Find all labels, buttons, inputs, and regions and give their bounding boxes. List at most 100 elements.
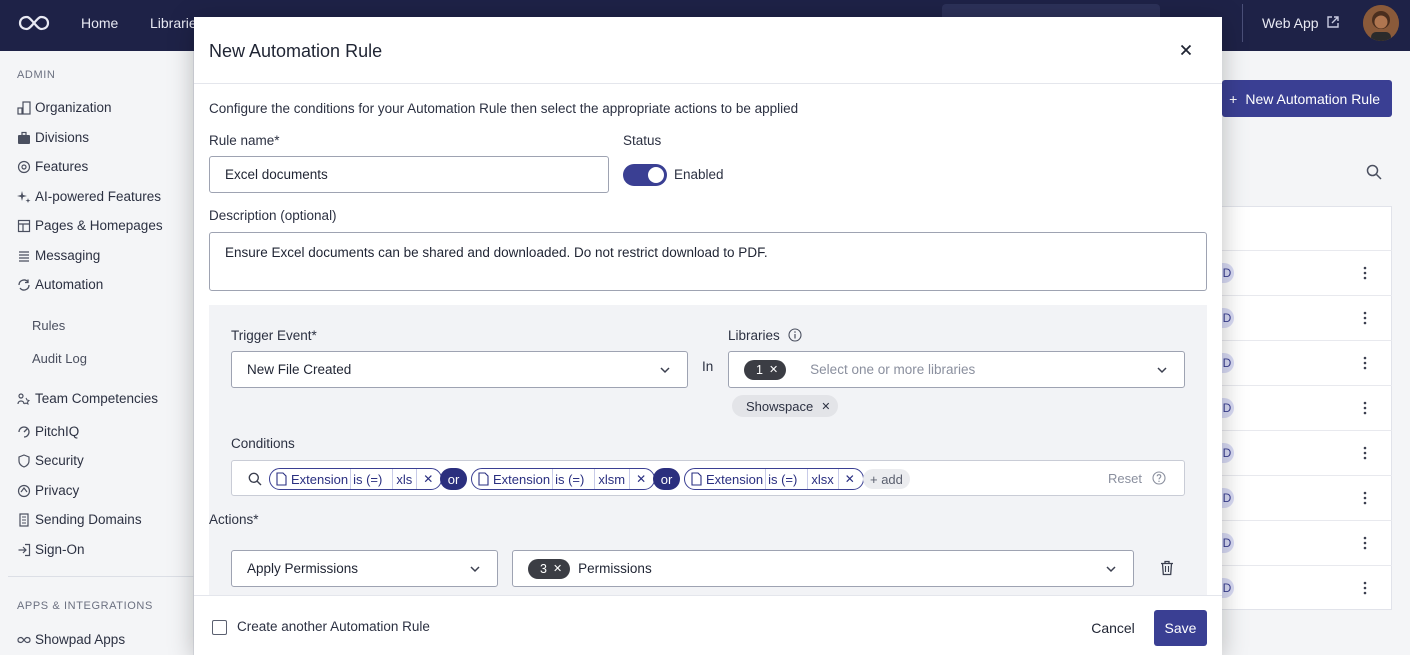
sidebar-item-label: Security bbox=[35, 453, 84, 468]
status-toggle[interactable] bbox=[623, 164, 667, 186]
sidebar-item-automation[interactable]: Automation bbox=[17, 277, 103, 292]
status-label: Status bbox=[623, 133, 662, 148]
kebab-menu-icon[interactable] bbox=[1362, 400, 1368, 416]
kebab-menu-icon[interactable] bbox=[1362, 580, 1368, 596]
sidebar-item-sign-on[interactable]: Sign-On bbox=[17, 542, 85, 557]
kebab-menu-icon[interactable] bbox=[1362, 310, 1368, 326]
sidebar-item-ai-features[interactable]: AI-powered Features bbox=[17, 189, 161, 204]
or-connector[interactable]: or bbox=[653, 468, 680, 490]
condition-value: xls bbox=[393, 469, 418, 489]
sidebar-item-features[interactable]: Features bbox=[17, 159, 88, 174]
library-count-chip[interactable]: 1 ✕ bbox=[744, 359, 787, 380]
permissions-count-chip[interactable]: 3 ✕ bbox=[528, 558, 571, 579]
table-row[interactable]: D bbox=[1220, 475, 1392, 520]
close-icon[interactable] bbox=[1178, 42, 1194, 58]
kebab-menu-icon[interactable] bbox=[1362, 535, 1368, 551]
status-value: Enabled bbox=[674, 167, 724, 182]
info-icon[interactable] bbox=[788, 328, 802, 342]
sidebar-item-messaging[interactable]: Messaging bbox=[17, 248, 100, 263]
sidebar-item-organization[interactable]: Organization bbox=[17, 100, 112, 115]
infinity-logo-icon[interactable] bbox=[18, 13, 50, 33]
chevron-down-icon bbox=[470, 565, 480, 572]
status-badge: D bbox=[1220, 578, 1234, 598]
shield-icon bbox=[18, 453, 30, 468]
rules-table: D D D D D D D D bbox=[1220, 206, 1392, 610]
team-icon bbox=[17, 392, 30, 405]
table-row[interactable]: D bbox=[1220, 430, 1392, 475]
action-type-select[interactable]: Apply Permissions bbox=[231, 550, 498, 587]
cog-icon bbox=[17, 160, 31, 173]
kebab-menu-icon[interactable] bbox=[1362, 355, 1368, 371]
or-connector[interactable]: or bbox=[440, 468, 467, 490]
sidebar-subitem-audit-log[interactable]: Audit Log bbox=[32, 351, 87, 366]
library-chip-showspace[interactable]: Showspace ✕ bbox=[732, 395, 839, 417]
table-row[interactable]: D bbox=[1220, 295, 1392, 340]
cancel-button[interactable]: Cancel bbox=[1084, 610, 1142, 646]
condition-field: Extension bbox=[270, 469, 352, 489]
modal-title: New Automation Rule bbox=[209, 41, 383, 61]
sidebar-section-admin: ADMIN bbox=[17, 69, 56, 81]
remove-icon[interactable]: ✕ bbox=[769, 363, 778, 376]
kebab-menu-icon[interactable] bbox=[1362, 445, 1368, 461]
sidebar-subitem-rules[interactable]: Rules bbox=[32, 318, 65, 333]
user-avatar[interactable] bbox=[1363, 5, 1399, 41]
sidebar-item-pitchiq[interactable]: PitchIQ bbox=[17, 424, 79, 439]
create-another-checkbox[interactable] bbox=[212, 620, 227, 635]
sidebar-item-divisions[interactable]: Divisions bbox=[17, 130, 89, 145]
conditions-input[interactable]: Extension is (=) xls ✕ or Extension is (… bbox=[231, 460, 1185, 496]
sidebar-item-security[interactable]: Security bbox=[17, 453, 84, 468]
table-row[interactable]: D bbox=[1220, 340, 1392, 385]
kebab-menu-icon[interactable] bbox=[1362, 265, 1368, 281]
description-textarea[interactable]: Ensure Excel documents can be shared and… bbox=[209, 232, 1207, 291]
status-badge: D bbox=[1220, 533, 1234, 553]
web-app-link[interactable]: Web App bbox=[1262, 15, 1319, 31]
table-row[interactable]: D bbox=[1220, 250, 1392, 295]
rule-name-input[interactable]: Excel documents bbox=[209, 156, 609, 193]
status-badge: D bbox=[1220, 353, 1234, 373]
libraries-placeholder: Select one or more libraries bbox=[810, 362, 976, 377]
help-icon[interactable] bbox=[1152, 471, 1166, 485]
condition-chip[interactable]: Extension is (=) xlsm ✕ bbox=[471, 468, 656, 490]
nav-home[interactable]: Home bbox=[81, 15, 118, 31]
reset-conditions-button[interactable]: Reset bbox=[1108, 471, 1142, 486]
status-badge: D bbox=[1220, 398, 1234, 418]
condition-field: Extension bbox=[472, 469, 554, 489]
file-icon bbox=[478, 472, 489, 486]
sidebar-item-privacy[interactable]: Privacy bbox=[17, 483, 79, 498]
table-row[interactable]: D bbox=[1220, 565, 1392, 610]
new-automation-rule-modal: New Automation Rule Configure the condit… bbox=[194, 17, 1222, 655]
sidebar-item-team-competencies[interactable]: Team Competencies bbox=[17, 391, 158, 406]
file-icon bbox=[691, 472, 702, 486]
remove-condition-icon[interactable]: ✕ bbox=[417, 472, 441, 486]
new-automation-rule-button[interactable]: + New Automation Rule bbox=[1222, 80, 1392, 117]
condition-chip[interactable]: Extension is (=) xls ✕ bbox=[269, 468, 443, 490]
nav-libraries[interactable]: Librarie bbox=[150, 15, 197, 31]
table-row[interactable]: D bbox=[1220, 520, 1392, 565]
external-link-icon[interactable] bbox=[1326, 15, 1340, 29]
layout-icon bbox=[17, 219, 31, 232]
sidebar-item-pages-homepages[interactable]: Pages & Homepages bbox=[17, 218, 163, 233]
trash-icon[interactable] bbox=[1160, 560, 1174, 576]
trigger-event-select[interactable]: New File Created bbox=[231, 351, 688, 388]
briefcase-icon bbox=[18, 131, 30, 144]
remove-icon[interactable]: ✕ bbox=[821, 400, 830, 413]
sidebar-item-showpad-apps[interactable]: Showpad Apps bbox=[17, 632, 125, 647]
condition-chip[interactable]: Extension is (=) xlsx ✕ bbox=[684, 468, 864, 490]
remove-icon[interactable]: ✕ bbox=[553, 562, 562, 575]
libraries-select[interactable]: 1 ✕ Select one or more libraries bbox=[728, 351, 1185, 388]
status-badge: D bbox=[1220, 488, 1234, 508]
remove-condition-icon[interactable]: ✕ bbox=[630, 472, 654, 486]
search-icon[interactable] bbox=[1366, 164, 1382, 180]
sidebar-item-sending-domains[interactable]: Sending Domains bbox=[17, 512, 142, 527]
kebab-menu-icon[interactable] bbox=[1362, 490, 1368, 506]
table-row[interactable]: D bbox=[1220, 385, 1392, 430]
save-button[interactable]: Save bbox=[1154, 610, 1207, 646]
chevron-down-icon bbox=[1106, 565, 1116, 572]
permissions-select[interactable]: 3 ✕ Permissions bbox=[512, 550, 1134, 587]
chevron-down-icon bbox=[1157, 366, 1167, 373]
sidebar-item-label: Automation bbox=[35, 277, 104, 292]
sidebar-item-label: Messaging bbox=[35, 248, 101, 263]
sidebar-divider bbox=[8, 576, 194, 577]
add-condition-button[interactable]: + add bbox=[863, 469, 910, 489]
remove-condition-icon[interactable]: ✕ bbox=[839, 472, 863, 486]
